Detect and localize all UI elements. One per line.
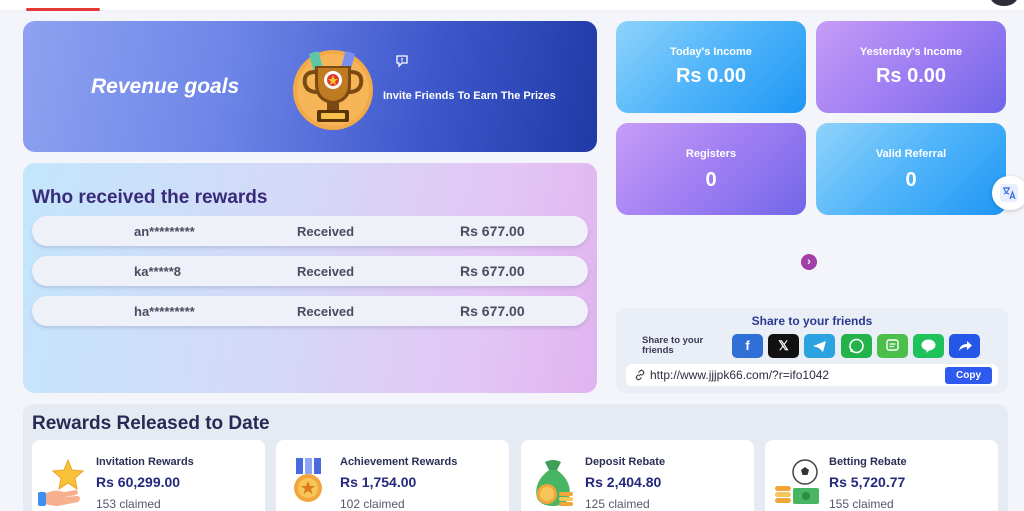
recipient-amount: Rs 677.00 (460, 223, 525, 239)
list-item: ka*****8 Received Rs 677.00 (32, 256, 588, 286)
active-tab-indicator (26, 8, 100, 11)
who-received-title: Who received the rewards (32, 187, 268, 208)
reward-name: Deposit Rebate (585, 456, 666, 468)
recipient-status: Received (297, 304, 355, 319)
share-title: Share to your friends (751, 314, 873, 328)
reward-card-invitation[interactable]: Invitation Rewards Rs 60,299.00 153 clai… (32, 440, 265, 511)
whatsapp-icon[interactable] (841, 334, 872, 358)
recipient-amount: Rs 677.00 (460, 263, 525, 279)
revenue-goals-banner[interactable]: Revenue goals Invite Friends To Earn The… (23, 21, 597, 152)
carousel-next-icon[interactable]: › (801, 254, 817, 270)
revenue-title: Revenue goals (91, 75, 240, 98)
reward-amount: Rs 1,754.00 (340, 474, 417, 490)
top-bar (0, 0, 1024, 11)
invite-friends-text: Invite Friends To Earn The Prizes (383, 90, 556, 102)
translate-button[interactable] (992, 176, 1024, 210)
stat-value: Rs 0.00 (675, 65, 747, 87)
stat-label: Today's Income (670, 46, 752, 58)
recipient-status: Received (297, 264, 355, 279)
rewards-released-section: Rewards Released to Date Invitation Rewa… (23, 404, 1008, 511)
rewards-title: Rewards Released to Date (32, 413, 270, 434)
reward-claimed: 155 claimed (829, 497, 894, 511)
reward-card-achievement[interactable]: Achievement Rewards Rs 1,754.00 102 clai… (276, 440, 509, 511)
translate-icon (1000, 184, 1018, 202)
medal-icon (294, 458, 322, 502)
reward-claimed: 153 claimed (96, 497, 161, 511)
reward-card-deposit-rebate[interactable]: Deposit Rebate Rs 2,404.80 125 claimed (521, 440, 754, 511)
referral-link-text: http://www.jjjpk66.com/?r=ifo1042 (650, 368, 830, 382)
reward-name: Achievement Rewards (340, 456, 458, 468)
list-item: an********* Received Rs 677.00 (32, 216, 588, 246)
stat-label: Valid Referral (875, 148, 947, 160)
reward-amount: Rs 5,720.77 (829, 474, 906, 490)
stat-label: Yesterday's Income (859, 46, 963, 58)
reward-amount: Rs 2,404.80 (585, 474, 662, 490)
stat-registers: Registers 0 (616, 123, 806, 215)
share-icon[interactable] (949, 334, 980, 358)
user-avatar[interactable] (990, 0, 1018, 6)
stat-yesterday-income: Yesterday's Income Rs 0.00 (816, 21, 1006, 113)
chat-bubble-icon[interactable] (395, 54, 409, 68)
line-icon[interactable] (913, 334, 944, 358)
reward-amount: Rs 60,299.00 (96, 474, 181, 490)
link-icon (635, 369, 645, 381)
facebook-icon[interactable]: f (732, 334, 763, 358)
soccer-ball-coins-icon (775, 459, 819, 504)
telegram-icon[interactable] (804, 334, 835, 358)
stat-label: Registers (685, 148, 737, 160)
stat-value: Rs 0.00 (875, 65, 947, 87)
copy-button[interactable]: Copy (945, 367, 992, 384)
share-subtitle: Share to your friends (642, 335, 704, 356)
reward-card-betting-rebate[interactable]: Betting Rebate Rs 5,720.77 155 claimed (765, 440, 998, 511)
x-icon[interactable]: 𝕏 (768, 334, 799, 358)
recipient-amount: Rs 677.00 (460, 303, 525, 319)
trophy-icon (293, 50, 373, 130)
money-bag-icon (536, 460, 573, 506)
stat-today-income: Today's Income Rs 0.00 (616, 21, 806, 113)
stat-value: 0 (905, 169, 917, 191)
who-received-rewards-panel: Who received the rewards an********* Rec… (23, 163, 597, 393)
referral-link-field[interactable]: http://www.jjjpk66.com/?r=ifo1042 Copy (626, 364, 998, 386)
reward-name: Invitation Rewards (96, 456, 194, 468)
reward-name: Betting Rebate (829, 456, 907, 468)
share-panel: Share to your friends Share to your frie… (616, 308, 1008, 393)
recipient-name: ka*****8 (134, 264, 181, 279)
stat-value: 0 (705, 169, 717, 191)
stat-valid-referral: Valid Referral 0 (816, 123, 1006, 215)
list-item: ha********* Received Rs 677.00 (32, 296, 588, 326)
reward-claimed: 125 claimed (585, 497, 650, 511)
recipient-name: ha********* (134, 304, 195, 319)
recipient-name: an********* (134, 224, 195, 239)
recipient-status: Received (297, 224, 355, 239)
reward-claimed: 102 claimed (340, 497, 405, 511)
star-hand-icon (38, 458, 85, 506)
sms-icon[interactable] (877, 334, 908, 358)
